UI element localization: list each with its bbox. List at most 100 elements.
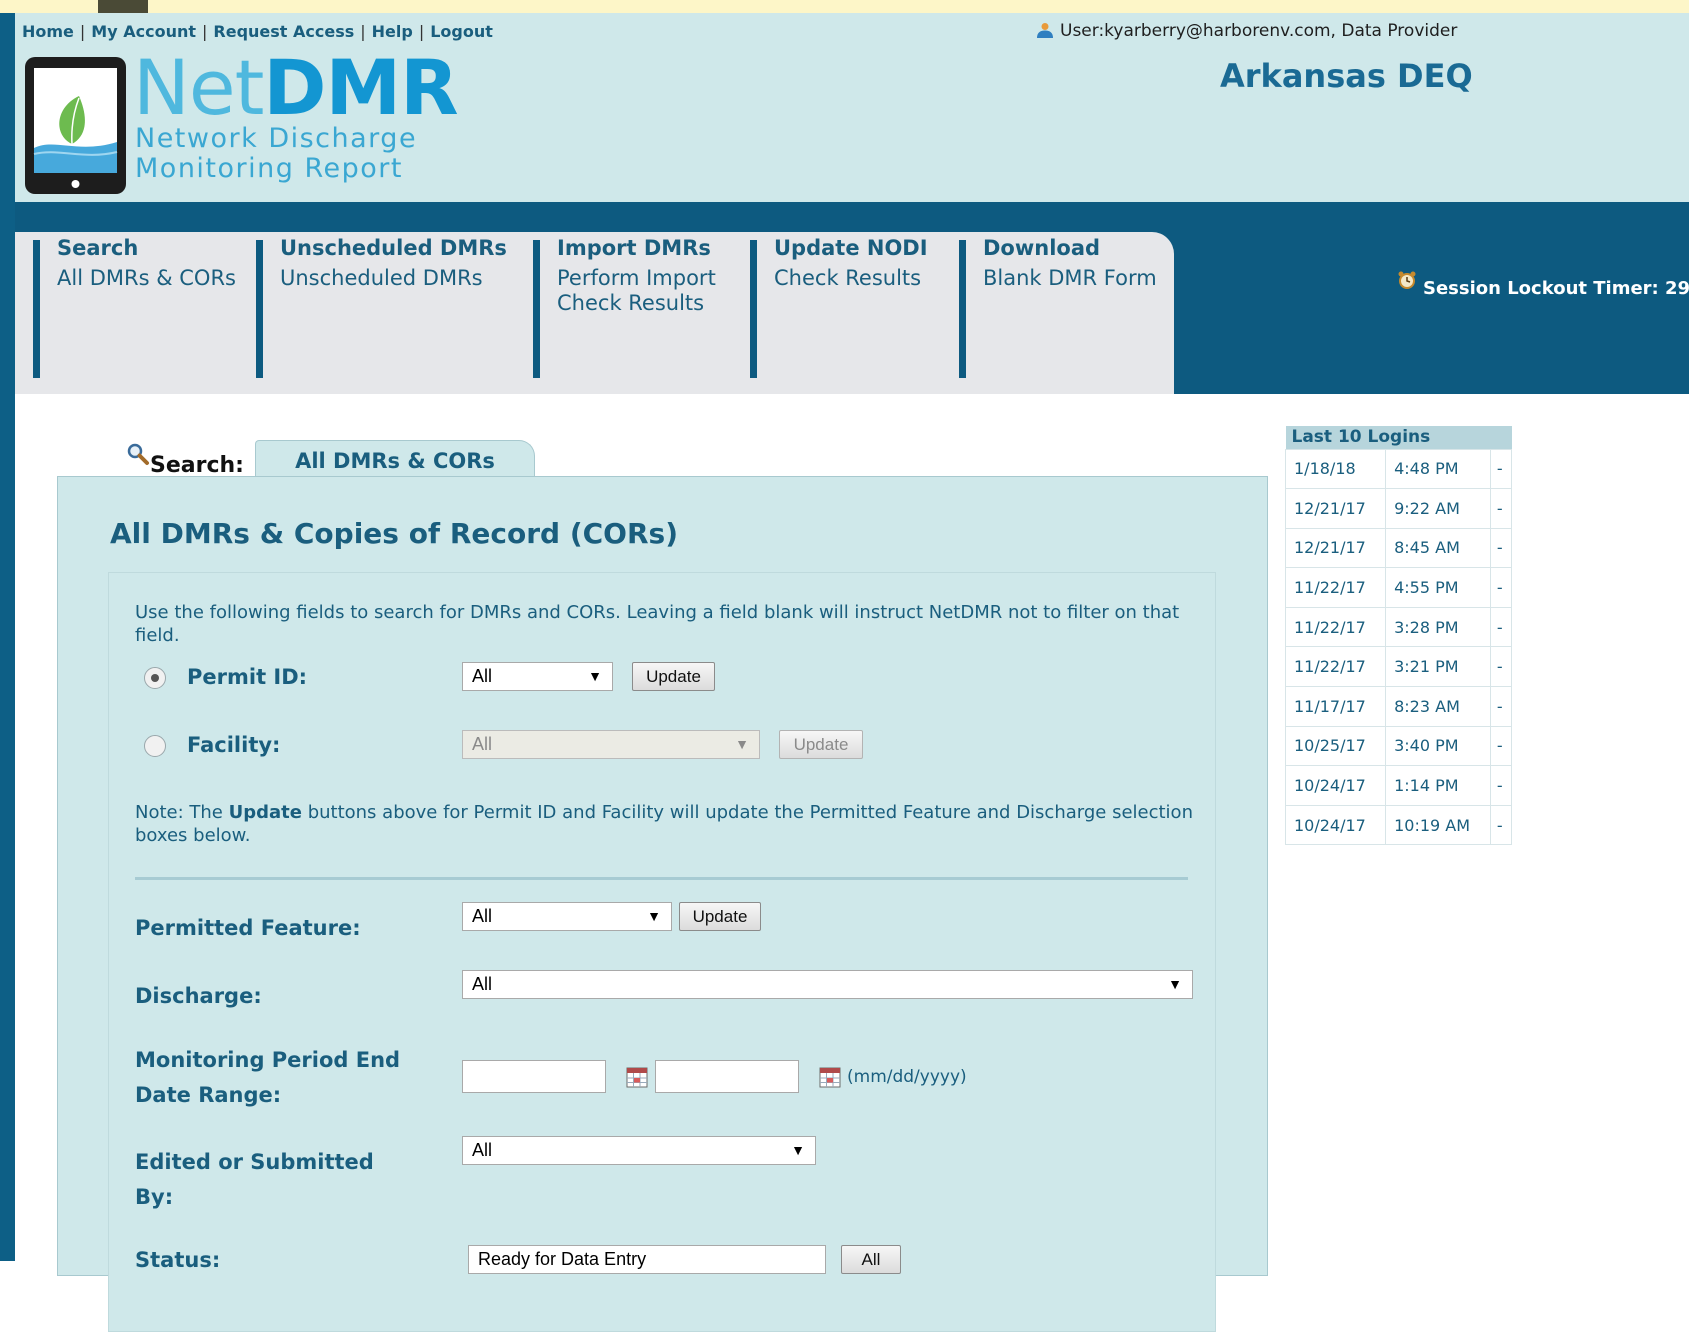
section-divider bbox=[135, 877, 1188, 880]
search-form: Use the following fields to search for D… bbox=[108, 572, 1216, 1332]
chevron-down-icon: ▼ bbox=[735, 736, 749, 752]
login-row: 11/17/17 8:23 AM - bbox=[1284, 686, 1513, 727]
note-bold: Update bbox=[228, 802, 302, 823]
help-link[interactable]: Help bbox=[372, 22, 413, 41]
search-label: Search: bbox=[126, 442, 244, 478]
discharge-label: Discharge: bbox=[135, 984, 262, 1008]
brand-wordmark: NetDMR bbox=[133, 50, 459, 126]
netdmr-logo-icon[interactable] bbox=[24, 56, 127, 195]
calendar-icon[interactable] bbox=[626, 1066, 648, 1088]
login-extra: - bbox=[1489, 765, 1513, 806]
logout-link[interactable]: Logout bbox=[430, 22, 493, 41]
login-time: 1:14 PM bbox=[1385, 765, 1491, 806]
status-all-button[interactable]: All bbox=[841, 1245, 901, 1274]
login-extra: - bbox=[1489, 646, 1513, 688]
facility-label: Facility: bbox=[187, 733, 281, 757]
nav-title-download[interactable]: Download bbox=[983, 236, 1100, 260]
brand-tagline-line2: Monitoring Report bbox=[135, 153, 403, 184]
note-prefix: Note: The bbox=[135, 802, 229, 823]
login-time: 10:19 AM bbox=[1385, 804, 1491, 846]
chevron-down-icon: ▼ bbox=[1168, 976, 1182, 992]
login-date: 12/21/17 bbox=[1284, 488, 1387, 529]
login-row: 10/25/17 3:40 PM - bbox=[1284, 725, 1513, 767]
main-nav: Search All DMRs & CORs Unscheduled DMRs … bbox=[15, 232, 1174, 394]
nav-title-update-nodi[interactable]: Update NODI bbox=[774, 236, 928, 260]
login-row: 12/21/17 9:22 AM - bbox=[1284, 488, 1513, 529]
nav-link-perform-import[interactable]: Perform Import bbox=[557, 266, 716, 291]
nav-link-unscheduled-dmrs[interactable]: Unscheduled DMRs bbox=[280, 266, 483, 291]
top-bar-block bbox=[98, 0, 148, 13]
period-start-date-input[interactable] bbox=[462, 1060, 606, 1093]
my-account-link[interactable]: My Account bbox=[91, 22, 196, 41]
alarm-clock-icon bbox=[1398, 271, 1416, 289]
login-time: 9:22 AM bbox=[1385, 488, 1491, 529]
search-label-text: Search: bbox=[150, 453, 244, 478]
edited-submitted-label-line1: Edited or Submitted bbox=[135, 1150, 374, 1174]
login-row: 12/21/17 8:45 AM - bbox=[1284, 527, 1513, 569]
login-extra: - bbox=[1489, 448, 1513, 490]
login-extra: - bbox=[1489, 725, 1513, 767]
status-select[interactable]: Ready for Data Entry bbox=[468, 1245, 826, 1274]
login-row: 11/22/17 3:21 PM - bbox=[1284, 646, 1513, 688]
login-time: 4:55 PM bbox=[1385, 567, 1491, 608]
login-extra: - bbox=[1489, 606, 1513, 648]
nav-link-blank-dmr-form[interactable]: Blank DMR Form bbox=[983, 266, 1157, 291]
home-link[interactable]: Home bbox=[22, 22, 74, 41]
nav-group-download: Download Blank DMR Form bbox=[959, 232, 1169, 394]
nav-accent-bar bbox=[959, 240, 966, 378]
facility-radio[interactable] bbox=[144, 735, 166, 757]
discharge-select[interactable]: All ▼ bbox=[462, 970, 1193, 999]
nav-separator: | bbox=[418, 22, 425, 41]
chevron-down-icon: ▼ bbox=[791, 1142, 805, 1158]
edited-submitted-select[interactable]: All ▼ bbox=[462, 1136, 816, 1165]
login-date: 11/22/17 bbox=[1284, 646, 1387, 688]
login-extra: - bbox=[1489, 527, 1513, 569]
search-instructions: Use the following fields to search for D… bbox=[135, 602, 1180, 646]
chevron-down-icon: ▼ bbox=[647, 908, 661, 924]
request-access-link[interactable]: Request Access bbox=[213, 22, 354, 41]
nav-title-unscheduled[interactable]: Unscheduled DMRs bbox=[280, 236, 507, 260]
last-logins-title: Last 10 Logins bbox=[1285, 426, 1512, 449]
nav-group-search: Search All DMRs & CORs bbox=[33, 232, 253, 394]
permit-id-radio[interactable] bbox=[144, 667, 166, 689]
permitted-feature-select[interactable]: All ▼ bbox=[462, 902, 672, 931]
date-format-hint: (mm/dd/yyyy) bbox=[847, 1067, 967, 1087]
facility-update-button[interactable]: Update bbox=[779, 730, 863, 759]
nav-link-nodi-check-results[interactable]: Check Results bbox=[774, 266, 921, 291]
calendar-icon[interactable] bbox=[819, 1066, 841, 1088]
monitoring-period-label-line2: Date Range: bbox=[135, 1083, 282, 1107]
nav-link-all-dmrs[interactable]: All DMRs & CORs bbox=[57, 266, 236, 291]
session-timer-text: Session Lockout Timer: 29:38 bbox=[1423, 278, 1689, 299]
status-value: Ready for Data Entry bbox=[478, 1249, 647, 1269]
login-time: 3:28 PM bbox=[1385, 606, 1491, 648]
user-info: User:kyarberry@harborenv.com, Data Provi… bbox=[1036, 21, 1457, 41]
brand-net: Net bbox=[133, 43, 264, 132]
login-date: 11/22/17 bbox=[1284, 567, 1387, 608]
permitted-feature-update-button[interactable]: Update bbox=[679, 902, 761, 931]
login-row: 11/22/17 4:55 PM - bbox=[1284, 567, 1513, 608]
brand-dmr: DMR bbox=[263, 43, 458, 132]
nav-separator: | bbox=[79, 22, 86, 41]
nav-group-update-nodi: Update NODI Check Results bbox=[750, 232, 955, 394]
login-date: 10/24/17 bbox=[1284, 804, 1387, 846]
login-time: 3:21 PM bbox=[1385, 646, 1491, 688]
magnifier-icon bbox=[127, 443, 149, 465]
brand-tagline: Network Discharge Monitoring Report bbox=[135, 124, 417, 184]
nav-link-import-check-results[interactable]: Check Results bbox=[557, 291, 716, 316]
period-end-date-input[interactable] bbox=[655, 1060, 799, 1093]
login-time: 4:48 PM bbox=[1385, 448, 1491, 490]
login-time: 8:45 AM bbox=[1385, 527, 1491, 569]
permit-id-update-button[interactable]: Update bbox=[632, 662, 715, 691]
nav-title-import[interactable]: Import DMRs bbox=[557, 236, 711, 260]
login-row: 11/22/17 3:28 PM - bbox=[1284, 606, 1513, 648]
login-time: 8:23 AM bbox=[1385, 686, 1491, 727]
nav-accent-bar bbox=[33, 240, 40, 378]
facility-select[interactable]: All ▼ bbox=[462, 730, 760, 759]
permit-id-label: Permit ID: bbox=[187, 665, 308, 689]
permit-id-select[interactable]: All ▼ bbox=[462, 662, 613, 691]
nav-group-unscheduled: Unscheduled DMRs Unscheduled DMRs bbox=[256, 232, 531, 394]
login-date: 10/25/17 bbox=[1284, 725, 1387, 767]
login-row: 10/24/17 1:14 PM - bbox=[1284, 765, 1513, 806]
nav-title-search[interactable]: Search bbox=[57, 236, 138, 260]
edited-submitted-label-line2: By: bbox=[135, 1185, 174, 1209]
